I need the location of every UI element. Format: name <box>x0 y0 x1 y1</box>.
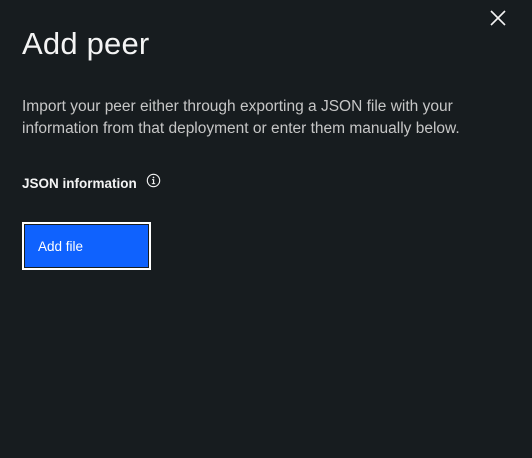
add-file-button[interactable]: Add file <box>22 222 151 270</box>
panel-description: Import your peer either through exportin… <box>22 98 460 137</box>
json-information-label: JSON information <box>22 175 137 191</box>
add-peer-panel: Add peer Import your peer either through… <box>0 0 532 458</box>
panel-title: Add peer <box>22 26 150 61</box>
json-information-row: JSON information <box>22 172 162 194</box>
info-icon[interactable] <box>146 172 162 188</box>
close-button[interactable] <box>484 4 512 32</box>
close-icon <box>489 9 507 27</box>
